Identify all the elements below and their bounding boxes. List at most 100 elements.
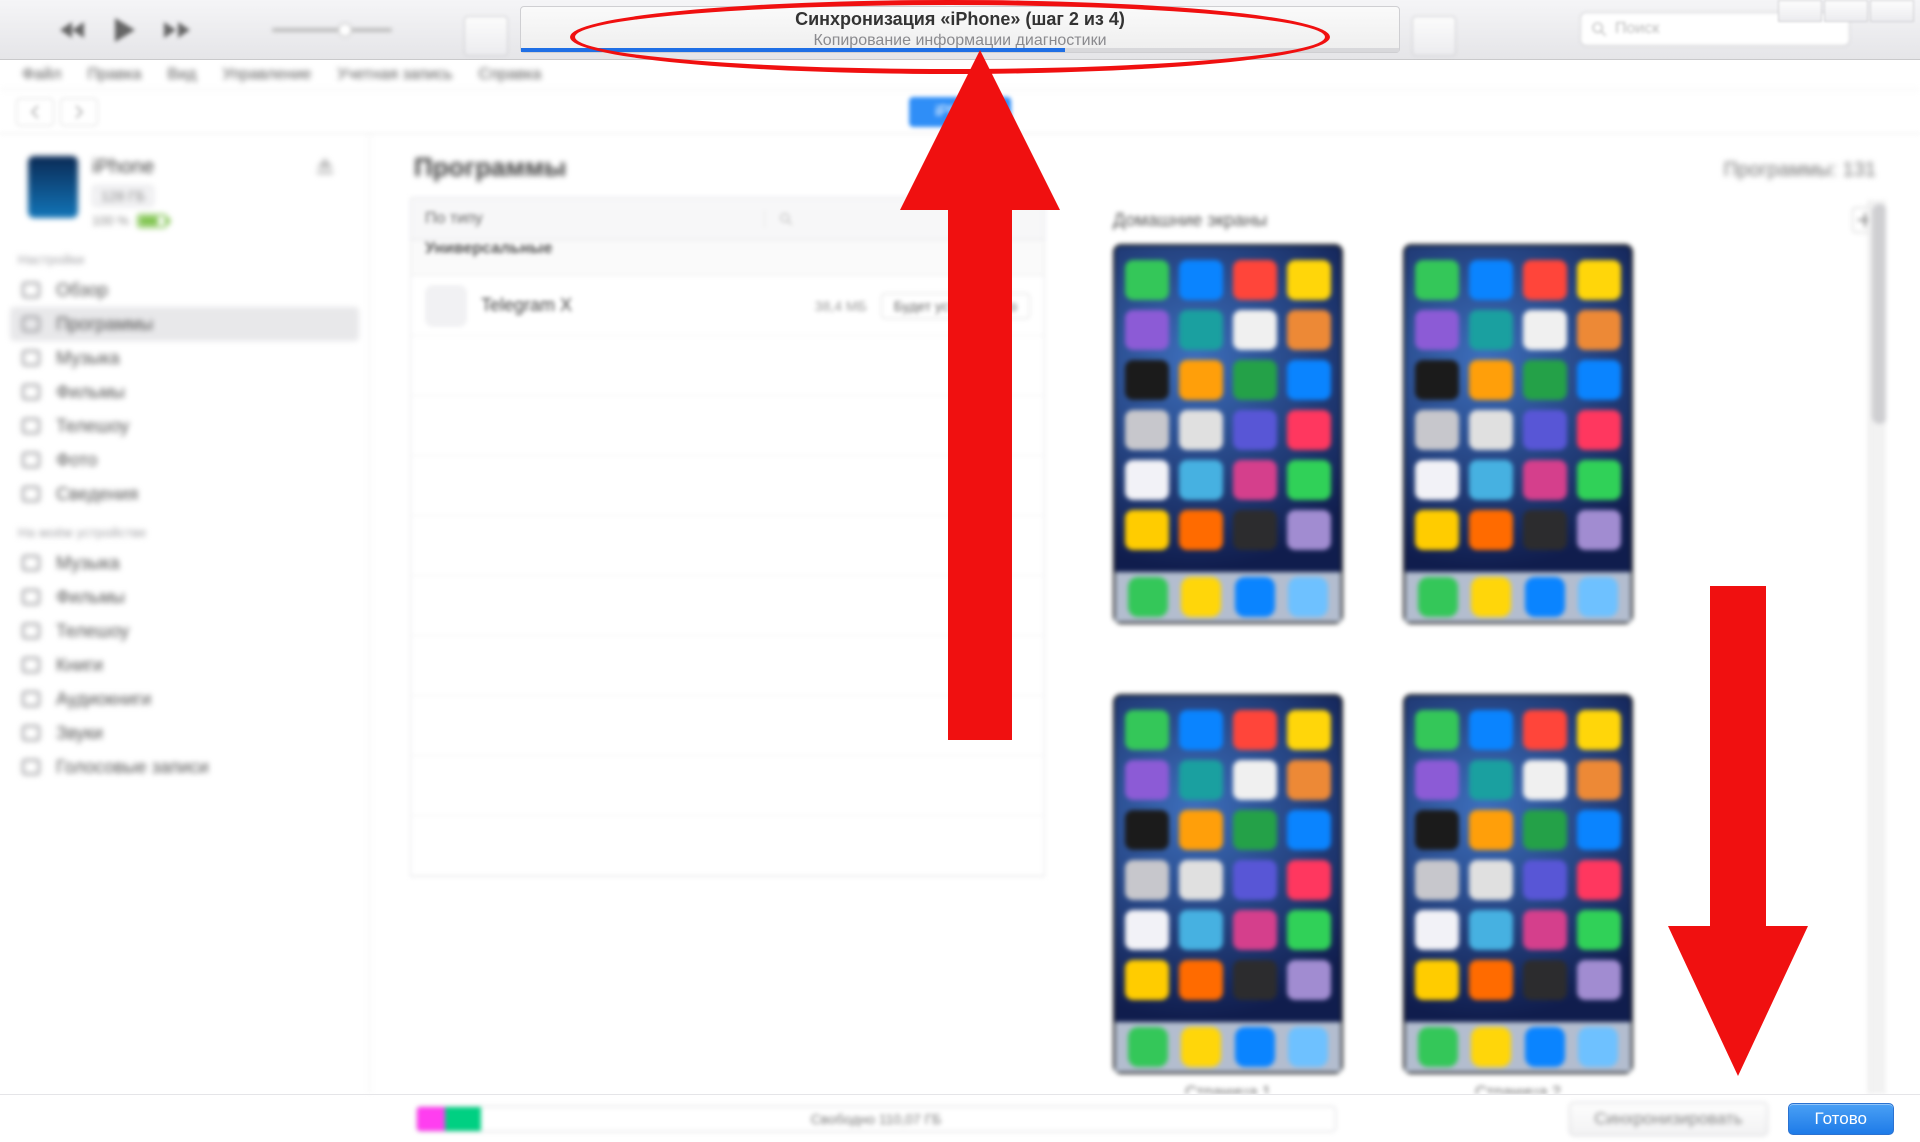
sidebar-ondevice-item-2[interactable]: Телешоу bbox=[10, 614, 359, 648]
device-battery: 100 % bbox=[92, 213, 167, 228]
apps-search-input[interactable] bbox=[765, 212, 1044, 226]
sidebar-settings-item-0[interactable]: Обзор bbox=[10, 273, 359, 307]
sidebar-item-label: Аудиокниги bbox=[56, 689, 151, 710]
tv-icon bbox=[20, 415, 42, 437]
device-tab-button[interactable]: iPhone bbox=[909, 97, 1011, 127]
table-row bbox=[411, 516, 1044, 576]
sidebar-item-label: Голосовые записи bbox=[56, 757, 209, 778]
nav-back-button[interactable] bbox=[16, 98, 54, 126]
nav-forward-button[interactable] bbox=[60, 98, 98, 126]
home-screen[interactable]: Страница 1 bbox=[1113, 694, 1343, 1094]
menu-view[interactable]: Вид bbox=[167, 66, 196, 84]
device-thumbnail bbox=[28, 156, 78, 218]
lcd-left-button[interactable] bbox=[464, 16, 508, 56]
music-icon bbox=[20, 347, 42, 369]
menu-help[interactable]: Справка bbox=[479, 66, 542, 84]
sidebar-settings-item-5[interactable]: Фото bbox=[10, 443, 359, 477]
table-row bbox=[411, 696, 1044, 756]
window-maximize-button[interactable] bbox=[1824, 0, 1868, 22]
window-minimize-button[interactable] bbox=[1778, 0, 1822, 22]
sidebar-item-label: Телешоу bbox=[56, 621, 129, 642]
battery-pct: 100 % bbox=[92, 213, 129, 228]
page-title: Программы bbox=[414, 152, 566, 183]
search-icon bbox=[1591, 21, 1607, 37]
home-screen[interactable]: Страница 2 bbox=[1403, 694, 1633, 1094]
sidebar-item-label: Фильмы bbox=[56, 382, 125, 403]
home-screens-panel: Домашние экраны Страница 1Страница 2 bbox=[1105, 200, 1886, 1094]
window-controls bbox=[1778, 0, 1914, 26]
table-row bbox=[411, 816, 1044, 876]
storage-free-label: Свободно 110,07 ГБ bbox=[811, 1111, 942, 1127]
sidebar-ondevice-item-6[interactable]: Голосовые записи bbox=[10, 750, 359, 784]
movies-icon bbox=[20, 586, 42, 608]
sidebar-ondevice-item-4[interactable]: Аудиокниги bbox=[10, 682, 359, 716]
sidebar-item-label: Сведения bbox=[56, 484, 138, 505]
menu-account[interactable]: Учетная запись bbox=[337, 66, 452, 84]
home-screen[interactable] bbox=[1113, 244, 1343, 634]
sidebar-section-settings: Настройки bbox=[18, 252, 351, 267]
bottom-bar: Свободно 110,07 ГБ Синхронизировать Гото… bbox=[0, 1094, 1920, 1142]
music-icon bbox=[20, 552, 42, 574]
sidebar-item-label: Звуки bbox=[56, 723, 103, 744]
menu-file[interactable]: Файл bbox=[22, 66, 61, 84]
sidebar-ondevice-item-1[interactable]: Фильмы bbox=[10, 580, 359, 614]
sidebar-settings-item-1[interactable]: Программы bbox=[10, 307, 359, 341]
sidebar-item-label: Программы bbox=[56, 314, 153, 335]
sidebar-ondevice-item-3[interactable]: Книги bbox=[10, 648, 359, 682]
sidebar-ondevice-item-0[interactable]: Музыка bbox=[10, 546, 359, 580]
movies-icon bbox=[20, 381, 42, 403]
device-sidebar: iPhone 128 ГБ 100 % Настройки ОбзорПрогр… bbox=[0, 134, 370, 1094]
sidebar-item-label: Телешоу bbox=[56, 416, 129, 437]
window-close-button[interactable] bbox=[1870, 0, 1914, 22]
device-name: iPhone bbox=[92, 156, 167, 179]
photos-icon bbox=[20, 449, 42, 471]
lcd-right-button[interactable] bbox=[1412, 16, 1456, 56]
sidebar-settings-item-6[interactable]: Сведения bbox=[10, 477, 359, 511]
player-bar: Синхронизация «iPhone» (шаг 2 из 4) Копи… bbox=[0, 0, 1920, 60]
search-placeholder: Поиск bbox=[1615, 20, 1659, 38]
app-action-button[interactable]: Будет установлено bbox=[881, 293, 1030, 319]
menu-controls[interactable]: Управление bbox=[222, 66, 311, 84]
eject-button[interactable] bbox=[315, 156, 341, 182]
home-screen-label: Страница 1 bbox=[1185, 1084, 1271, 1094]
sidebar-item-label: Музыка bbox=[56, 348, 120, 369]
sidebar-settings-item-3[interactable]: Фильмы bbox=[10, 375, 359, 409]
summary-icon bbox=[20, 279, 42, 301]
books-icon bbox=[20, 654, 42, 676]
sidebar-ondevice-item-5[interactable]: Звуки bbox=[10, 716, 359, 750]
sidebar-settings-item-4[interactable]: Телешоу bbox=[10, 409, 359, 443]
app-row[interactable]: Telegram X 38,4 МБ Будет установлено bbox=[411, 276, 1044, 336]
sidebar-item-label: Фильмы bbox=[56, 587, 125, 608]
sync-progress-fill bbox=[521, 48, 1065, 52]
sync-button[interactable]: Синхронизировать bbox=[1569, 1102, 1767, 1136]
app-name: Telegram X bbox=[481, 295, 801, 316]
app-menu-bar: Файл Правка Вид Управление Учетная запис… bbox=[0, 60, 1920, 90]
home-screen[interactable] bbox=[1403, 244, 1633, 634]
eject-icon bbox=[315, 156, 335, 176]
search-icon bbox=[779, 212, 793, 226]
done-button[interactable]: Готово bbox=[1788, 1103, 1895, 1135]
prev-track-button[interactable] bbox=[60, 17, 86, 43]
info-icon bbox=[20, 483, 42, 505]
voice-icon bbox=[20, 756, 42, 778]
play-button[interactable] bbox=[112, 17, 138, 43]
table-row bbox=[411, 336, 1044, 396]
source-row: iPhone bbox=[0, 90, 1920, 134]
volume-slider[interactable] bbox=[272, 28, 392, 32]
status-lcd: Синхронизация «iPhone» (шаг 2 из 4) Копи… bbox=[520, 6, 1400, 53]
tv-icon bbox=[20, 620, 42, 642]
table-row bbox=[411, 636, 1044, 696]
menu-edit[interactable]: Правка bbox=[87, 66, 141, 84]
battery-icon bbox=[137, 214, 167, 228]
sync-button-label: Синхронизировать bbox=[1594, 1109, 1742, 1128]
table-row bbox=[411, 756, 1044, 816]
done-button-label: Готово bbox=[1815, 1109, 1868, 1128]
sidebar-settings-item-2[interactable]: Музыка bbox=[10, 341, 359, 375]
tones-icon bbox=[20, 722, 42, 744]
storage-bar: Свободно 110,07 ГБ bbox=[416, 1106, 1336, 1132]
next-track-button[interactable] bbox=[164, 17, 190, 43]
sort-select[interactable]: По типу bbox=[411, 210, 765, 228]
scrollbar[interactable] bbox=[1868, 200, 1886, 1094]
scrollbar-thumb[interactable] bbox=[1872, 204, 1886, 424]
sidebar-item-label: Обзор bbox=[56, 280, 108, 301]
